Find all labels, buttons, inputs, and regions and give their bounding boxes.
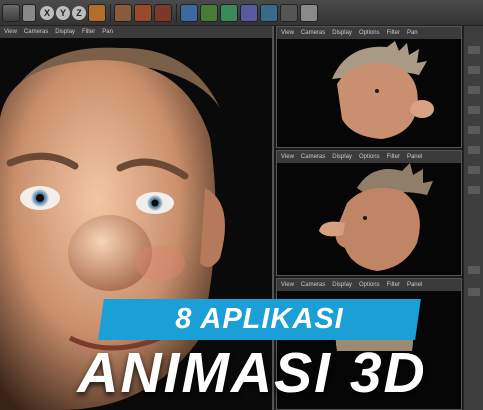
menu-view[interactable]: View (281, 154, 294, 160)
menu-filter[interactable]: Filter (387, 154, 400, 160)
menu-options[interactable]: Options (359, 282, 380, 288)
render-picture-icon[interactable] (134, 4, 152, 22)
menu-filter[interactable]: Filter (387, 30, 400, 36)
axis-x-button[interactable]: X (40, 6, 54, 20)
side-viewport-top-menubar: View Cameras Display Options Filter Pan (277, 27, 461, 39)
character-side-render (332, 41, 434, 139)
attribute-panel (463, 26, 483, 410)
menu-display[interactable]: Display (332, 282, 352, 288)
menu-cameras[interactable]: Cameras (24, 29, 48, 35)
menu-filter[interactable]: Filter (82, 29, 95, 35)
menu-display[interactable]: Display (332, 154, 352, 160)
menu-display[interactable]: Display (332, 30, 352, 36)
main-viewport-menubar: View Cameras Display Filter Pan (0, 26, 272, 38)
undo-icon[interactable] (2, 4, 20, 22)
menu-cameras[interactable]: Cameras (301, 154, 325, 160)
menu-cameras[interactable]: Cameras (301, 282, 325, 288)
axis-z-button[interactable]: Z (72, 6, 86, 20)
render-view-icon[interactable] (114, 4, 132, 22)
menu-options[interactable]: Options (359, 154, 380, 160)
menu-view[interactable]: View (281, 282, 294, 288)
menu-panel[interactable]: Panel (407, 154, 422, 160)
coordinate-system-icon[interactable] (88, 4, 106, 22)
scene-icon[interactable] (260, 4, 278, 22)
headline-line2: ANIMASI 3D (77, 341, 427, 405)
deformer-icon[interactable] (240, 4, 258, 22)
menu-display[interactable]: Display (55, 29, 75, 35)
side-viewport-middle-menubar: View Cameras Display Options Filter Pane… (277, 151, 461, 163)
menu-pan[interactable]: Pan (407, 30, 418, 36)
axis-y-button[interactable]: Y (56, 6, 70, 20)
side-viewport-top[interactable]: View Cameras Display Options Filter Pan (276, 26, 462, 148)
menu-filter[interactable]: Filter (387, 282, 400, 288)
character-profile-render (319, 163, 433, 271)
headline-line1: 8 APLIKASI (175, 303, 344, 335)
spline-icon[interactable] (200, 4, 218, 22)
render-settings-icon[interactable] (154, 4, 172, 22)
cube-icon[interactable] (180, 4, 198, 22)
camera-icon[interactable] (280, 4, 298, 22)
side-viewport-middle[interactable]: View Cameras Display Options Filter Pane… (276, 150, 462, 276)
menu-cameras[interactable]: Cameras (301, 30, 325, 36)
menu-view[interactable]: View (4, 29, 17, 35)
menu-panel[interactable]: Panel (407, 282, 422, 288)
light-icon[interactable] (300, 4, 318, 22)
generator-icon[interactable] (220, 4, 238, 22)
menu-pan[interactable]: Pan (102, 29, 113, 35)
menu-view[interactable]: View (281, 30, 294, 36)
menu-options[interactable]: Options (359, 30, 380, 36)
main-toolbar: X Y Z (0, 0, 483, 26)
lock-icon[interactable] (22, 4, 36, 22)
side-viewport-bottom-menubar: View Cameras Display Options Filter Pane… (277, 279, 461, 291)
